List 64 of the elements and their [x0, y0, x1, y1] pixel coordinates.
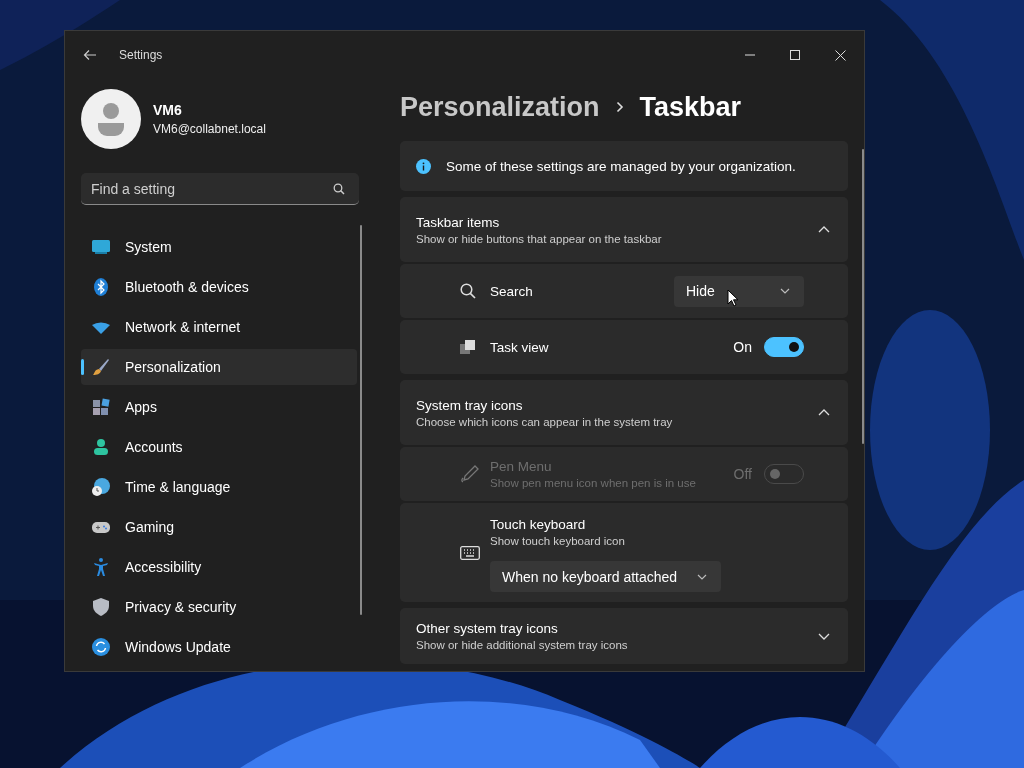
user-email: VM6@collabnet.local	[153, 122, 266, 136]
section-title: Taskbar items	[416, 214, 501, 230]
chevron-up-icon	[818, 409, 830, 416]
avatar-icon	[81, 89, 141, 149]
toggle-state: Off	[733, 466, 752, 482]
search-field[interactable]: Find a setting	[81, 173, 359, 205]
nav-item[interactable]: Network & internet	[81, 309, 357, 345]
chevron-down-icon	[780, 288, 790, 294]
search-icon	[333, 183, 345, 195]
chevron-down-icon	[697, 573, 708, 580]
nav-item[interactable]: Apps	[81, 389, 357, 425]
back-arrow-icon[interactable]	[83, 48, 97, 62]
cursor-icon	[727, 289, 739, 307]
maximize-icon[interactable]	[790, 50, 800, 60]
section-subtitle: Choose which icons can appear in the system tray	[416, 415, 674, 428]
user-name: VM6	[153, 102, 183, 118]
section-header[interactable]: Taskbar items Show or hide buttons that appear on the taskbar	[400, 197, 848, 262]
nav-item[interactable]: Accounts	[81, 429, 357, 465]
dropdown[interactable]: Hide	[674, 275, 804, 307]
breadcrumb-item[interactable]: Personalization	[400, 91, 600, 123]
setting-description: Show touch keyboard icon	[490, 535, 625, 547]
chevron-up-icon	[818, 226, 830, 233]
section-subtitle: Show or hide additional system tray icons	[416, 639, 629, 651]
setting-description: Show pen menu icon when pen is in use	[490, 477, 697, 489]
toggle-state: On	[733, 339, 752, 355]
shield-icon	[91, 597, 111, 617]
accessibility-icon	[91, 557, 111, 577]
section-header[interactable]: System tray icons Choose which icons can appear in the system tray	[400, 380, 848, 445]
monitor-icon	[91, 237, 111, 257]
nav-item[interactable]: Personalization	[81, 349, 357, 385]
pen-icon	[460, 464, 480, 484]
nav-item[interactable]: System	[81, 229, 357, 265]
dropdown[interactable]: When no keyboard attached	[490, 561, 722, 592]
toggle-switch[interactable]	[764, 337, 804, 357]
section-title: System tray icons	[416, 397, 524, 413]
person-icon	[91, 437, 111, 457]
nav-item[interactable]: Accessibility	[81, 549, 357, 585]
nav-item[interactable]: Gaming	[81, 509, 357, 545]
section-title: Other system tray icons	[416, 621, 559, 636]
window-title: Settings	[119, 48, 163, 62]
breadcrumb-item: Taskbar	[639, 91, 742, 123]
info-text: Some of these settings are managed by your organization.	[446, 158, 796, 174]
apps-icon	[91, 397, 111, 417]
keyboard-icon	[460, 545, 480, 560]
setting-label: Pen Menu	[490, 459, 553, 474]
chevron-right-icon	[615, 101, 624, 113]
info-icon	[416, 158, 431, 174]
setting-label: Search	[490, 283, 534, 299]
refresh-icon	[91, 637, 111, 657]
setting-label: Touch keyboard	[490, 517, 587, 532]
bluetooth-icon	[91, 277, 111, 297]
section-header[interactable]: Other system tray icons Show or hide additional system tray icons	[400, 608, 848, 664]
nav-item[interactable]: Bluetooth & devices	[81, 269, 357, 305]
windows-stack-icon	[460, 340, 476, 354]
setting-label: Task view	[490, 339, 550, 355]
section-subtitle: Show or hide buttons that appear on the taskbar	[416, 232, 663, 245]
nav-item[interactable]: Privacy & security	[81, 589, 357, 625]
nav-item[interactable]: Windows Update	[81, 629, 357, 665]
chevron-down-icon	[818, 632, 830, 640]
nav-item[interactable]: Time & language	[81, 469, 357, 505]
search-icon	[460, 283, 476, 299]
brush-icon	[91, 357, 111, 377]
close-icon[interactable]	[835, 49, 846, 61]
globe-clock-icon	[91, 477, 111, 497]
